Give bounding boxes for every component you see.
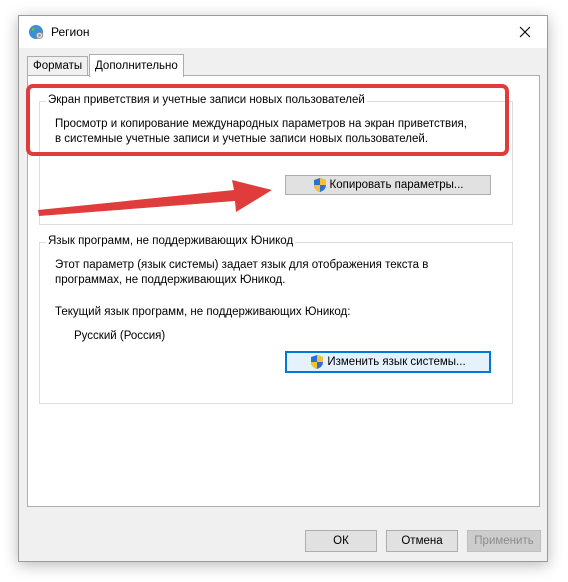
copy-settings-button[interactable]: Копировать параметры... (285, 175, 491, 195)
uac-shield-icon (311, 355, 324, 369)
ok-label: ОК (333, 535, 349, 547)
unicode-language-group: Язык программ, не поддерживающих Юникод … (39, 235, 513, 404)
unicode-description-line2: программах, не поддерживающих Юникод. (55, 274, 286, 286)
title-bar[interactable]: Регион (19, 16, 547, 48)
apply-label: Применить (474, 535, 534, 547)
annotation-highlight-box (26, 84, 509, 156)
close-icon (519, 26, 531, 38)
copy-settings-label: Копировать параметры... (329, 179, 464, 191)
ok-button[interactable]: ОК (305, 530, 377, 552)
unicode-description-line1: Этот параметр (язык системы) задает язык… (55, 259, 429, 271)
tab-formats[interactable]: Форматы (27, 56, 89, 76)
unicode-group-legend: Язык программ, не поддерживающих Юникод (46, 235, 296, 247)
window-title: Регион (51, 25, 90, 39)
close-button[interactable] (503, 16, 547, 48)
cancel-label: Отмена (401, 535, 443, 547)
region-globe-icon (29, 25, 44, 40)
change-system-locale-button[interactable]: Изменить язык системы... (285, 351, 491, 373)
apply-button[interactable]: Применить (467, 530, 541, 552)
cancel-button[interactable]: Отмена (386, 530, 458, 552)
change-system-locale-label: Изменить язык системы... (327, 356, 466, 368)
annotation-arrow-icon (38, 180, 272, 216)
current-language-label: Текущий язык программ, не поддерживающих… (55, 306, 351, 318)
tab-advanced[interactable]: Дополнительно (89, 54, 184, 77)
current-language-value: Русский (Россия) (74, 330, 166, 342)
uac-shield-icon (313, 178, 326, 192)
